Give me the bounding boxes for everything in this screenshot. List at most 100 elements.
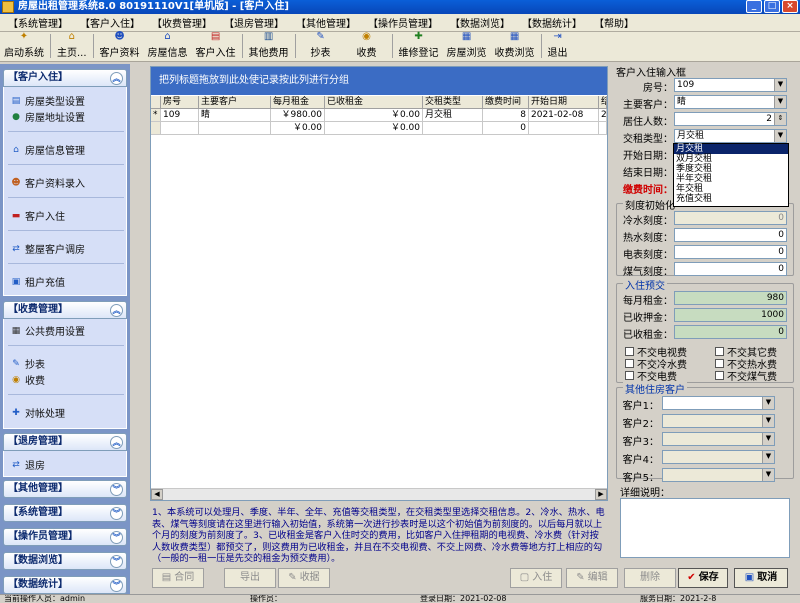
checkin-grid[interactable]: 把列标题拖放到此处使记录按此列进行分组 房号 主要客户 每月租金 已收租金 交租… <box>150 66 608 501</box>
gas-input[interactable]: 0 <box>674 262 787 276</box>
spin-icon[interactable]: ⇕ <box>774 113 786 125</box>
sidebar-item-reconcile[interactable]: ✚ 对帐处理 <box>10 405 65 421</box>
toolbar-meter-reading[interactable]: ✎ 抄表 <box>298 31 344 61</box>
received-rent-input[interactable]: 0 <box>674 325 787 339</box>
chevron-down-icon[interactable]: ︾ <box>110 531 123 544</box>
hot-water-input[interactable]: 0 <box>674 228 787 242</box>
save-button[interactable]: ✔ 保存 <box>678 568 728 588</box>
menu-stats[interactable]: 【数据统计】 <box>516 15 588 30</box>
sidebar-item-customer-entry[interactable]: ☻ 客户资料录入 <box>10 175 85 191</box>
rent-type-option[interactable]: 双月交租 <box>674 154 788 164</box>
column-pay-time[interactable]: 缴费时间 <box>483 96 529 109</box>
chevron-down-icon[interactable]: ︾ <box>110 483 123 496</box>
table-row[interactable]: * 109 睛 ￥980.00 ￥0.00 月交租 8 2021-02-08 2 <box>151 109 607 122</box>
chevron-down-icon[interactable]: ▼ <box>774 130 786 142</box>
chevron-down-icon[interactable]: ▼ <box>762 433 774 445</box>
sidebar-group-checkout[interactable]: 【退房管理】 ︽ <box>3 433 127 451</box>
customer4-select[interactable]: ▼ <box>662 450 775 464</box>
sidebar-item-room-change[interactable]: ⇄ 整屋客户调房 <box>10 241 85 257</box>
rent-type-dropdown-list[interactable]: 月交租 双月交租 季度交租 半年交租 年交租 充值交租 <box>673 143 789 207</box>
toolbar-home[interactable]: ⌂ 主页... <box>53 31 91 61</box>
toolbar-house-browse[interactable]: ▦ 房屋浏览 <box>443 31 491 61</box>
chevron-up-icon[interactable]: ︽ <box>110 304 123 317</box>
scroll-right-icon[interactable]: ▶ <box>595 489 607 500</box>
sidebar-group-stats[interactable]: 【数据统计】 ︾ <box>3 576 127 594</box>
menu-browse[interactable]: 【数据浏览】 <box>444 15 516 30</box>
toolbar-charge[interactable]: ◉ 收费 <box>344 31 390 61</box>
menu-other[interactable]: 【其他管理】 <box>290 15 362 30</box>
chevron-down-icon[interactable]: ︾ <box>110 579 123 592</box>
sidebar-item-house-type[interactable]: ▤ 房屋类型设置 <box>10 93 85 109</box>
toolbar-start-system[interactable]: ✦ 启动系统 <box>0 31 48 61</box>
customer3-select[interactable]: ▼ <box>662 432 775 446</box>
table-row[interactable]: ￥0.00 ￥0.00 0 <box>151 122 607 135</box>
menu-checkin[interactable]: 【客户入住】 <box>74 15 146 30</box>
chevron-down-icon[interactable]: ▼ <box>762 451 774 463</box>
sidebar-item-public-fees[interactable]: ▦ 公共费用设置 <box>10 323 85 339</box>
sidebar-group-checkin[interactable]: 【客户入住】 ︽ <box>3 69 127 87</box>
chevron-down-icon[interactable]: ︾ <box>110 507 123 520</box>
cold-water-input[interactable]: 0 <box>674 211 787 225</box>
horizontal-scrollbar[interactable]: ◀ ▶ <box>151 488 607 500</box>
menu-help[interactable]: 【帮助】 <box>588 15 640 30</box>
edit-button[interactable]: ✎ 编辑 <box>566 568 618 588</box>
minimize-button[interactable]: _ <box>746 0 762 13</box>
toolbar-other-fees[interactable]: ▥ 其他费用 <box>245 31 293 61</box>
column-rent-type[interactable]: 交租类型 <box>423 96 483 109</box>
toolbar-house-info[interactable]: ⌂ 房屋信息 <box>144 31 192 61</box>
deposit-input[interactable]: 1000 <box>674 308 787 322</box>
menu-system[interactable]: 【系统管理】 <box>2 15 74 30</box>
sidebar-item-checkin[interactable]: ▬ 客户入住 <box>10 208 65 224</box>
customer1-select[interactable]: ▼ <box>662 396 775 410</box>
toolbar-customer-info[interactable]: ☻ 客户资料 <box>96 31 144 61</box>
room-no-select[interactable]: 109 ▼ <box>674 78 787 92</box>
toolbar-exit[interactable]: ⇥ 退出 <box>544 31 572 61</box>
electric-input[interactable]: 0 <box>674 245 787 259</box>
sidebar-item-checkout[interactable]: ⇄ 退房 <box>10 457 45 473</box>
cancel-button[interactable]: ▣ 取消 <box>734 568 788 588</box>
menu-charge[interactable]: 【收费管理】 <box>146 15 218 30</box>
menu-operator[interactable]: 【操作员管理】 <box>362 15 444 30</box>
sidebar-item-house-info[interactable]: ⌂ 房屋信息管理 <box>10 142 85 158</box>
rent-type-option[interactable]: 月交租 <box>674 144 788 154</box>
main-customer-select[interactable]: 睛 ▼ <box>674 95 787 109</box>
sidebar-group-other[interactable]: 【其他管理】 ︾ <box>3 480 127 498</box>
column-main-customer[interactable]: 主要客户 <box>199 96 271 109</box>
group-by-band[interactable]: 把列标题拖放到此处使记录按此列进行分组 <box>151 67 607 95</box>
maximize-button[interactable]: □ <box>764 0 780 13</box>
sidebar-item-recharge[interactable]: ▣ 租户充值 <box>10 274 65 290</box>
close-button[interactable]: × <box>782 0 798 13</box>
chevron-up-icon[interactable]: ︽ <box>110 72 123 85</box>
contract-button[interactable]: ▤ 合同 <box>152 568 204 588</box>
sidebar-item-charge[interactable]: ◉ 收费 <box>10 372 45 388</box>
sidebar-item-meter-reading[interactable]: ✎ 抄表 <box>10 356 45 372</box>
column-start-date[interactable]: 开始日期 <box>529 96 599 109</box>
rent-type-option[interactable]: 半年交租 <box>674 174 788 184</box>
monthly-rent-input[interactable]: 980 <box>674 291 787 305</box>
customer2-select[interactable]: ▼ <box>662 414 775 428</box>
column-received-rent[interactable]: 已收租金 <box>325 96 423 109</box>
chevron-down-icon[interactable]: ▼ <box>774 79 786 91</box>
sidebar-item-house-address[interactable]: ● 房屋地址设置 <box>10 109 85 125</box>
toolbar-checkin[interactable]: ▤ 客户入住 <box>192 31 240 61</box>
chevron-down-icon[interactable]: ▼ <box>762 415 774 427</box>
chevron-down-icon[interactable]: ▼ <box>774 96 786 108</box>
chevron-down-icon[interactable]: ︾ <box>110 555 123 568</box>
scroll-left-icon[interactable]: ◀ <box>151 489 163 500</box>
no-gas-checkbox[interactable]: 不交煤气费 <box>715 368 777 383</box>
sidebar-group-charge[interactable]: 【收费管理】 ︽ <box>3 301 127 319</box>
receipt-button[interactable]: ✎ 收据 <box>278 568 330 588</box>
export-button[interactable]: 导出 <box>224 568 276 588</box>
sidebar-group-browse[interactable]: 【数据浏览】 ︾ <box>3 552 127 570</box>
column-monthly-rent[interactable]: 每月租金 <box>271 96 325 109</box>
toolbar-charge-browse[interactable]: ▦ 收费浏览 <box>491 31 539 61</box>
column-end-date[interactable]: 结 <box>599 96 607 109</box>
chevron-up-icon[interactable]: ︽ <box>110 436 123 449</box>
column-room-no[interactable]: 房号 <box>161 96 199 109</box>
sidebar-group-operator[interactable]: 【操作员管理】 ︾ <box>3 528 127 546</box>
detail-textarea[interactable] <box>620 498 790 558</box>
sidebar-group-system[interactable]: 【系统管理】 ︾ <box>3 504 127 522</box>
chevron-down-icon[interactable]: ▼ <box>762 469 774 481</box>
delete-button[interactable]: 删除 <box>624 568 676 588</box>
checkin-button[interactable]: ▢ 入住 <box>510 568 562 588</box>
